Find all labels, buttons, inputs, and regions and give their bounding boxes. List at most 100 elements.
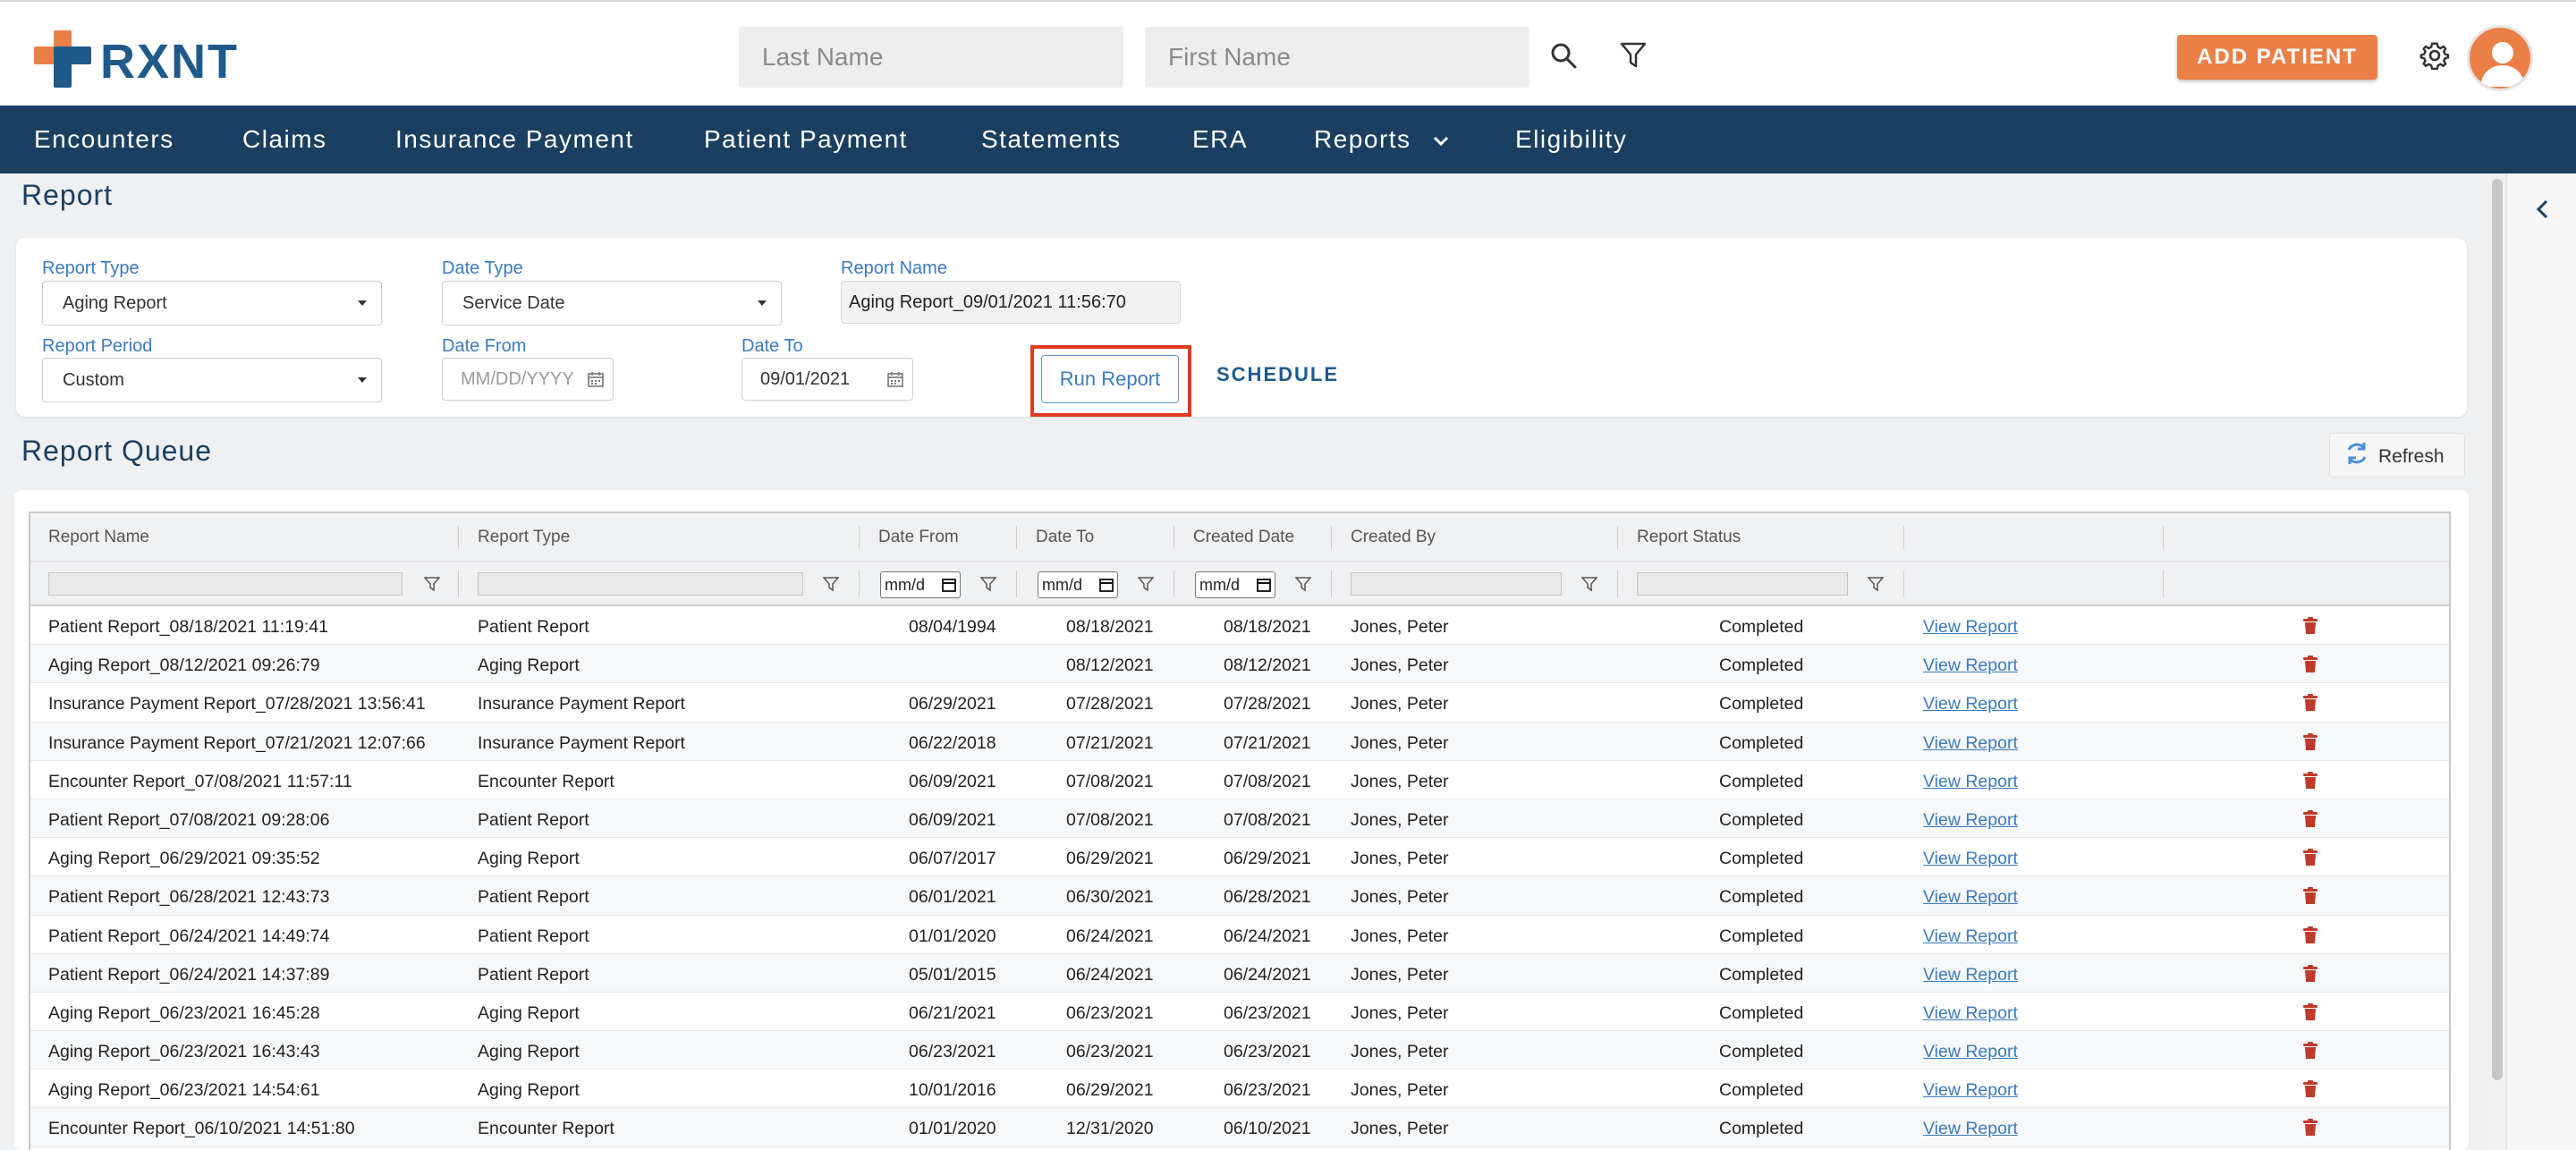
- view-report-link[interactable]: View Report: [1923, 683, 2102, 722]
- search-icon[interactable]: [1546, 38, 1581, 73]
- trash-icon[interactable]: [2302, 694, 2318, 712]
- page-title: Report: [21, 179, 114, 211]
- filter-date-from-input[interactable]: mm/d: [880, 571, 961, 598]
- funnel-icon[interactable]: [1868, 576, 1884, 592]
- table-row[interactable]: Patient Report_07/08/2021 09:28:06 Patien…: [30, 799, 2449, 839]
- table-row[interactable]: Aging Report_06/23/2021 16:45:28 Aging Re…: [30, 993, 2449, 1032]
- trash-icon[interactable]: [2302, 964, 2318, 983]
- add-patient-button[interactable]: ADD PATIENT: [2177, 35, 2377, 80]
- table-row[interactable]: Encounter Report_06/10/2021 14:51:80 Enco…: [30, 1108, 2449, 1147]
- table-row[interactable]: Patient Report_06/24/2021 14:37:89 Patien…: [30, 953, 2449, 993]
- view-report-link[interactable]: View Report: [1923, 645, 2102, 683]
- avatar[interactable]: [2467, 25, 2533, 91]
- page-scrollbar-thumb[interactable]: [2492, 179, 2503, 1080]
- table-row[interactable]: Aging Report_06/29/2021 09:35:52 Aging Re…: [30, 838, 2449, 877]
- trash-icon[interactable]: [2302, 809, 2318, 828]
- gear-icon[interactable]: [2415, 36, 2454, 75]
- nav-encounters[interactable]: Encounters: [34, 106, 174, 173]
- calendar-icon[interactable]: [588, 371, 604, 387]
- view-report-link[interactable]: View Report: [1923, 916, 2102, 954]
- table-row[interactable]: Insurance Payment Report_07/28/2021 13:5…: [30, 683, 2449, 723]
- col-date-from[interactable]: Date From: [860, 513, 959, 562]
- funnel-icon[interactable]: [980, 576, 996, 592]
- view-report-link[interactable]: View Report: [1923, 993, 2102, 1031]
- date-type-select[interactable]: Service Date: [442, 281, 782, 326]
- view-report-link[interactable]: View Report: [1923, 876, 2102, 915]
- filter-created-date-input[interactable]: mm/d: [1195, 571, 1275, 598]
- last-name-input[interactable]: [739, 27, 1123, 88]
- view-report-link[interactable]: View Report: [1923, 954, 2102, 993]
- schedule-button[interactable]: SCHEDULE: [1216, 363, 1339, 386]
- calendar-icon[interactable]: [1257, 578, 1271, 592]
- filter-report-status-input[interactable]: [1637, 572, 1848, 596]
- filter-report-type-input[interactable]: [478, 572, 803, 596]
- view-report-link[interactable]: View Report: [1923, 1108, 2102, 1146]
- rxnt-logo[interactable]: RXNT: [34, 29, 237, 89]
- report-type-select[interactable]: Aging Report: [42, 281, 382, 326]
- funnel-icon[interactable]: [424, 576, 440, 592]
- nav-patient-payment[interactable]: Patient Payment: [704, 106, 908, 173]
- report-name-input[interactable]: Aging Report_09/01/2021 11:56:70: [841, 281, 1181, 324]
- view-report-link[interactable]: View Report: [1923, 606, 2102, 645]
- trash-icon[interactable]: [2302, 1119, 2318, 1137]
- filter-report-name-input[interactable]: [48, 572, 402, 596]
- nav-reports[interactable]: Reports: [1314, 106, 1450, 173]
- trash-icon[interactable]: [2302, 926, 2318, 944]
- cell-report-name: Patient Report_06/24/2021 14:37:89: [48, 964, 330, 985]
- first-name-input[interactable]: [1145, 27, 1530, 88]
- col-report-name[interactable]: Report Name: [30, 513, 149, 562]
- column-divider: [1331, 571, 1332, 597]
- filter-date-to-input[interactable]: mm/d: [1038, 571, 1118, 598]
- funnel-icon[interactable]: [1295, 576, 1311, 592]
- view-report-link[interactable]: View Report: [1923, 723, 2102, 761]
- calendar-icon[interactable]: [942, 578, 956, 592]
- calendar-icon[interactable]: [887, 371, 903, 387]
- view-report-link[interactable]: View Report: [1923, 1070, 2102, 1108]
- table-row[interactable]: Aging Report_06/23/2021 16:43:43 Aging Re…: [30, 1031, 2449, 1070]
- table-row[interactable]: Insurance Payment Report_07/21/2021 12:0…: [30, 722, 2449, 761]
- table-row[interactable]: Patient Report_06/28/2021 12:43:73 Patien…: [30, 876, 2449, 916]
- col-date-to[interactable]: Date To: [1018, 513, 1094, 562]
- filter-created-by-input[interactable]: [1351, 572, 1562, 596]
- nav-eligibility[interactable]: Eligibility: [1515, 106, 1627, 173]
- table-row[interactable]: Aging Report_08/12/2021 09:26:79 Aging Re…: [30, 645, 2449, 684]
- date-to-input[interactable]: 09/01/2021: [741, 358, 913, 401]
- chevron-left-icon[interactable]: [2534, 199, 2552, 220]
- funnel-icon[interactable]: [823, 576, 839, 592]
- col-created-date[interactable]: Created Date: [1175, 513, 1294, 562]
- nav-statements[interactable]: Statements: [981, 106, 1122, 173]
- funnel-icon[interactable]: [1581, 576, 1597, 592]
- trash-icon[interactable]: [2302, 887, 2318, 905]
- trash-icon[interactable]: [2302, 617, 2318, 635]
- table-row[interactable]: Patient Report_08/18/2021 11:19:41 Patien…: [30, 606, 2449, 646]
- nav-insurance-payment[interactable]: Insurance Payment: [395, 106, 634, 173]
- nav-era[interactable]: ERA: [1192, 106, 1248, 173]
- trash-icon[interactable]: [2302, 849, 2318, 867]
- trash-icon[interactable]: [2302, 1002, 2318, 1021]
- report-period-select[interactable]: Custom: [42, 358, 382, 402]
- col-report-status[interactable]: Report Status: [1619, 513, 1741, 562]
- trash-icon[interactable]: [2302, 771, 2318, 790]
- date-from-input[interactable]: MM/DD/YYYY: [442, 358, 614, 401]
- nav-claims[interactable]: Claims: [242, 106, 327, 173]
- col-created-by[interactable]: Created By: [1333, 513, 1436, 562]
- view-report-link[interactable]: View Report: [1923, 838, 2102, 876]
- table-row[interactable]: Patient Report_06/24/2021 14:49:74 Patien…: [30, 916, 2449, 954]
- run-report-button[interactable]: Run Report: [1041, 355, 1179, 403]
- view-report-link[interactable]: View Report: [1923, 1031, 2102, 1070]
- trash-icon[interactable]: [2302, 1042, 2318, 1060]
- view-report-link[interactable]: View Report: [1923, 761, 2102, 799]
- table-row[interactable]: Encounter Report_07/08/2021 11:57:11 Enco…: [30, 761, 2449, 799]
- col-report-type[interactable]: Report Type: [460, 513, 570, 562]
- cell-report-status: Completed: [1719, 771, 1804, 791]
- trash-icon[interactable]: [2302, 732, 2318, 751]
- funnel-icon[interactable]: [1138, 576, 1154, 592]
- column-divider: [1903, 571, 1904, 597]
- calendar-icon[interactable]: [1099, 578, 1114, 592]
- view-report-link[interactable]: View Report: [1923, 799, 2102, 838]
- trash-icon[interactable]: [2302, 1080, 2318, 1098]
- refresh-button[interactable]: Refresh: [2329, 433, 2465, 478]
- filter-icon[interactable]: [1615, 38, 1651, 73]
- table-row[interactable]: Aging Report_06/23/2021 14:54:61 Aging Re…: [30, 1070, 2449, 1109]
- trash-icon[interactable]: [2302, 655, 2318, 673]
